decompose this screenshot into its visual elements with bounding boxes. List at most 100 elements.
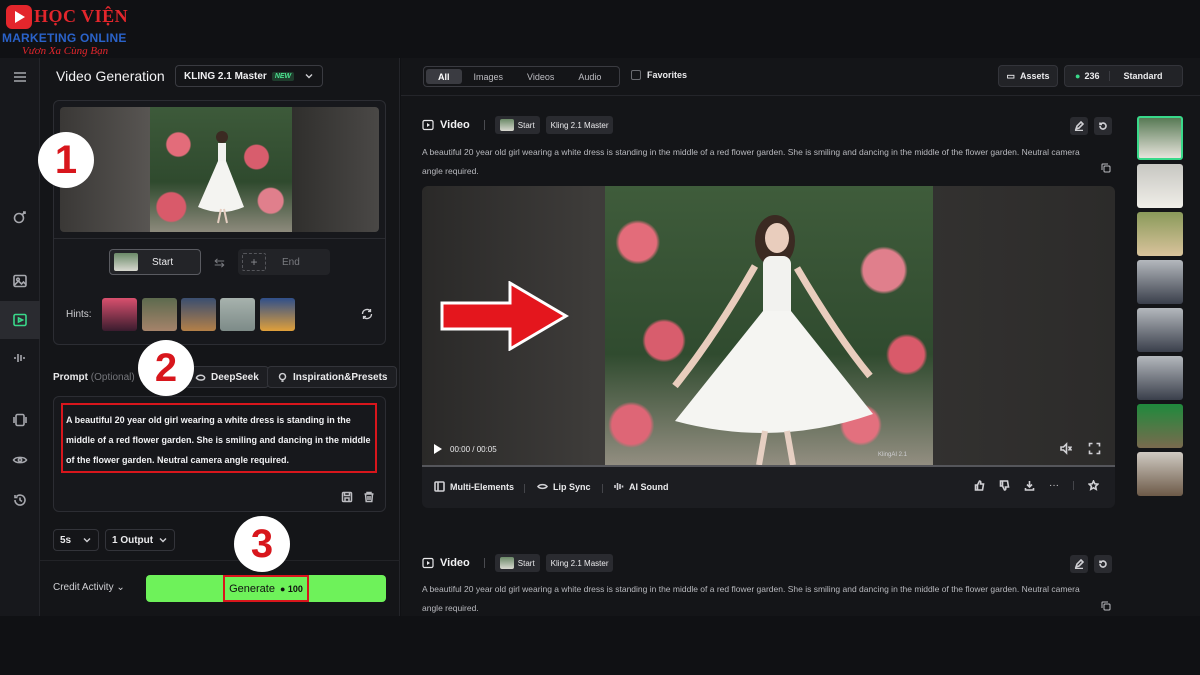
multi-elements-button[interactable]: Multi-Elements [434, 481, 514, 492]
generate-label: Generate [229, 582, 275, 595]
mute-icon[interactable] [1059, 442, 1072, 455]
model-select[interactable]: KLING 2.1 Master NEW [175, 65, 323, 87]
play-icon[interactable] [434, 444, 442, 454]
chevron-down-icon: ⌄ [116, 582, 125, 593]
credits-button[interactable]: ● 236 Standard [1064, 65, 1183, 87]
layers-icon[interactable] [0, 401, 40, 439]
plus-icon: + [242, 253, 266, 271]
star-icon[interactable] [1088, 480, 1099, 491]
favorites-checkbox[interactable] [631, 70, 641, 80]
hint-thumbnail[interactable] [181, 298, 216, 331]
start-frame-button[interactable]: Start [109, 249, 201, 275]
fullscreen-icon[interactable] [1088, 442, 1101, 455]
hint-thumbnail[interactable] [142, 298, 177, 331]
outputs-select[interactable]: 1 Output [105, 529, 175, 551]
credit-activity-button[interactable]: Credit Activity ⌄ [53, 582, 125, 593]
duration-value: 5s [60, 534, 72, 546]
history-thumbnail[interactable] [1137, 452, 1183, 496]
history-thumbnail[interactable] [1137, 212, 1183, 256]
girl-figure [198, 131, 244, 224]
image-icon[interactable] [0, 262, 40, 300]
magic-icon[interactable] [0, 198, 40, 236]
start-tag[interactable]: Start [494, 554, 540, 572]
audio-wave-icon[interactable] [0, 339, 40, 377]
end-frame-button[interactable]: + End [238, 249, 330, 275]
history-thumbnail[interactable] [1137, 308, 1183, 352]
card-label: Video [440, 557, 470, 569]
start-thumbnail [499, 119, 514, 131]
start-tag[interactable]: Start [494, 116, 540, 134]
video-frame [605, 186, 933, 467]
divider [483, 558, 485, 568]
edit-button[interactable] [1070, 555, 1088, 573]
swap-icon[interactable]: ⇆ [214, 255, 225, 271]
logo-line2: MARKETING ONLINE [2, 31, 127, 45]
video-player[interactable]: 00:00 / 00:05 KlingAI 2.1 [422, 186, 1115, 467]
divider [1073, 481, 1074, 490]
start-thumbnail [114, 253, 138, 271]
hint-thumbnail[interactable] [220, 298, 255, 331]
chevron-down-icon [305, 74, 313, 79]
refresh-icon[interactable] [360, 307, 374, 321]
regenerate-button[interactable] [1094, 117, 1112, 135]
tab-audio[interactable]: Audio [566, 69, 613, 84]
start-frame-preview[interactable] [60, 107, 379, 232]
regenerate-button[interactable] [1094, 555, 1112, 573]
tab-images[interactable]: Images [462, 69, 516, 84]
thumbs-up-icon[interactable] [974, 480, 985, 491]
history-thumbnail[interactable] [1137, 356, 1183, 400]
folder-icon: ▭ [1006, 70, 1015, 81]
divider [401, 95, 1200, 96]
video-icon[interactable] [0, 301, 40, 339]
history-thumbnail[interactable] [1137, 116, 1183, 160]
divider [40, 560, 400, 561]
assets-button[interactable]: ▭ Assets [998, 65, 1058, 87]
download-icon[interactable] [1024, 480, 1035, 491]
save-icon[interactable] [341, 491, 353, 503]
undo-icon [1099, 122, 1107, 130]
thumbs-down-icon[interactable] [999, 480, 1010, 491]
more-options-icon[interactable]: ··· [1049, 480, 1059, 491]
hint-thumbnail[interactable] [102, 298, 137, 331]
ai-sound-button[interactable]: AI Sound [613, 481, 669, 492]
credit-count: ● 236 [1065, 71, 1111, 81]
duration-select[interactable]: 5s [53, 529, 99, 551]
history-thumbnail[interactable] [1137, 164, 1183, 208]
lip-sync-button[interactable]: Lip Sync [537, 481, 591, 492]
prompt-title: Prompt [53, 372, 88, 383]
sound-wave-icon [614, 483, 624, 490]
deepseek-button[interactable]: DeepSeek [185, 366, 269, 388]
page: HỌC VIỆN MARKETING ONLINE Vươn Xa Cùng B… [0, 0, 1200, 675]
history-thumbnail[interactable] [1137, 404, 1183, 448]
hint-thumbnail[interactable] [260, 298, 295, 331]
generate-highlight: Generate ● 100 [223, 575, 309, 602]
edit-button[interactable] [1070, 117, 1088, 135]
eye-icon[interactable] [0, 441, 40, 479]
credit-drop-icon: ● [1075, 71, 1081, 81]
divider [524, 484, 525, 493]
prompt-textarea[interactable]: A beautiful 20 year old girl wearing a w… [61, 403, 377, 473]
play-logo-icon [6, 5, 32, 29]
tab-videos[interactable]: Videos [515, 69, 566, 84]
logo-line1: HỌC VIỆN [34, 6, 129, 26]
logo-line3: Vươn Xa Cùng Bạn [22, 45, 109, 57]
tab-all[interactable]: All [426, 69, 462, 84]
video-card-header: Video Start Kling 2.1 Master [422, 116, 614, 134]
trash-icon[interactable] [363, 491, 375, 503]
pencil-icon [1074, 121, 1084, 131]
history-thumbnail[interactable] [1137, 260, 1183, 304]
start-label: Start [152, 256, 174, 268]
outputs-value: 1 Output [112, 534, 154, 546]
card-actions [1070, 555, 1112, 573]
favorites-toggle[interactable]: Favorites [631, 70, 687, 80]
generate-button[interactable]: Generate ● 100 [146, 575, 386, 602]
copy-icon[interactable] [1101, 601, 1111, 611]
copy-icon[interactable] [1101, 163, 1111, 173]
menu-icon[interactable] [0, 58, 40, 96]
history-icon[interactable] [0, 481, 40, 519]
inspiration-presets-button[interactable]: Inspiration&Presets [267, 366, 398, 388]
ai-sound-label: AI Sound [629, 481, 669, 492]
start-frame-image [150, 107, 292, 232]
results-area: All Images Videos Audio Favorites ▭ Asse… [401, 58, 1200, 616]
inspiration-label: Inspiration&Presets [293, 371, 388, 383]
